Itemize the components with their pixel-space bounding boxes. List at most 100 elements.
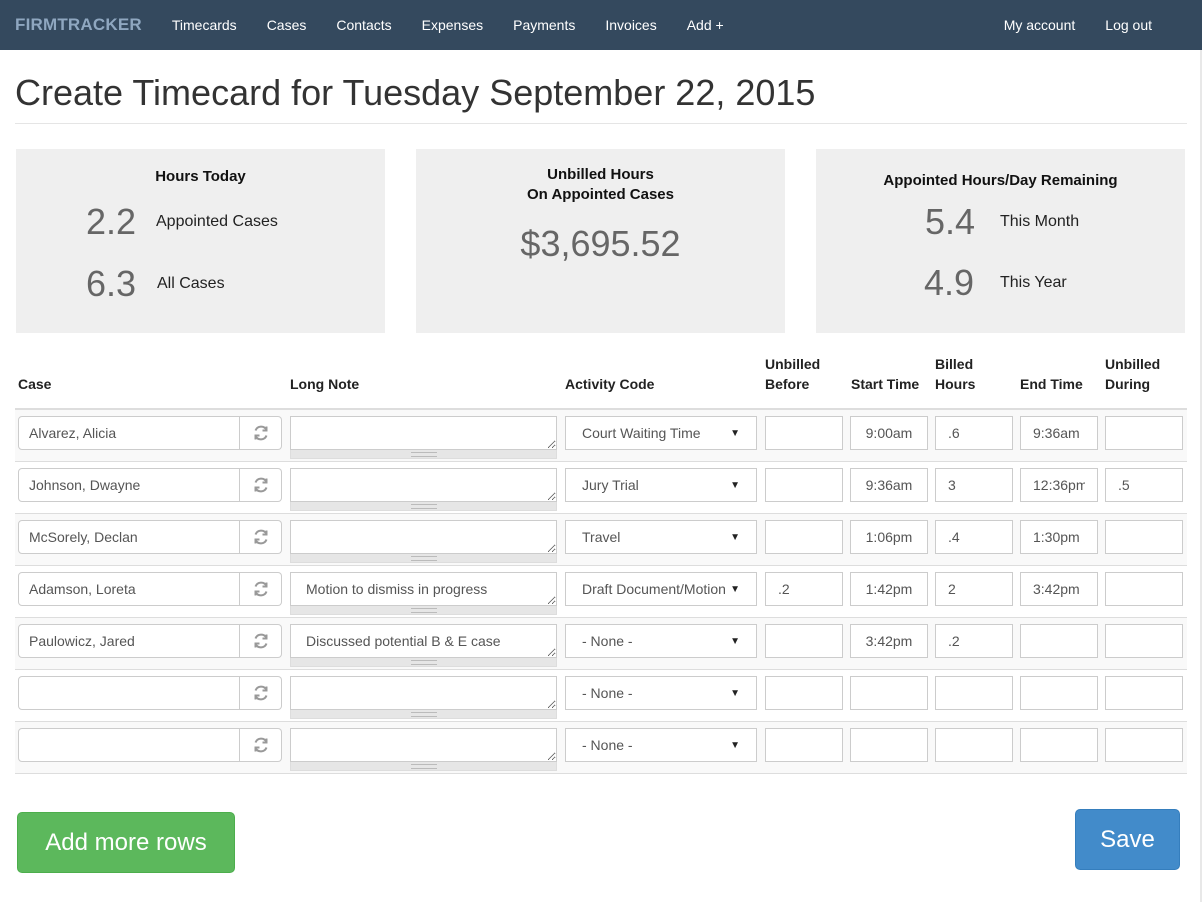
- case-input[interactable]: [18, 624, 240, 658]
- unbilled-hours-panel: Unbilled Hours On Appointed Cases $3,695…: [416, 149, 785, 333]
- unbilled-during-input[interactable]: [1105, 416, 1183, 450]
- nav-invoices[interactable]: Invoices: [590, 17, 671, 33]
- timecard-row: - None - ▼: [15, 618, 1187, 670]
- case-input[interactable]: [18, 520, 240, 554]
- header-text: During: [1105, 376, 1151, 392]
- case-input-group: [18, 520, 282, 554]
- end-time-input[interactable]: [1020, 416, 1098, 450]
- timecard-row: - None - ▼: [15, 670, 1187, 722]
- billed-hours-input[interactable]: [935, 520, 1013, 554]
- unbilled-during-input[interactable]: [1105, 728, 1183, 762]
- unbilled-before-input[interactable]: [765, 624, 843, 658]
- refresh-case-button[interactable]: [240, 728, 282, 762]
- start-time-input[interactable]: [850, 624, 928, 658]
- resize-grip-handle[interactable]: [290, 762, 557, 771]
- activity-code-select[interactable]: Draft Document/Motion ▼: [565, 572, 757, 606]
- end-time-input[interactable]: [1020, 520, 1098, 554]
- unbilled-before-input[interactable]: [765, 572, 843, 606]
- end-time-input[interactable]: [1020, 468, 1098, 502]
- brand-logo[interactable]: FIRMTRACKER: [15, 15, 142, 35]
- start-time-input[interactable]: [850, 676, 928, 710]
- timecard-row: Travel ▼: [15, 514, 1187, 566]
- nav-add-menu[interactable]: Add +: [672, 17, 739, 33]
- resize-grip-handle[interactable]: [290, 502, 557, 511]
- refresh-icon: [254, 685, 267, 701]
- unbilled-before-input[interactable]: [765, 676, 843, 710]
- activity-code-select[interactable]: Court Waiting Time ▼: [565, 416, 757, 450]
- long-note-textarea[interactable]: [290, 520, 557, 554]
- resize-grip-handle[interactable]: [290, 710, 557, 719]
- refresh-case-button[interactable]: [240, 624, 282, 658]
- start-time-input[interactable]: [850, 468, 928, 502]
- case-input-group: [18, 468, 282, 502]
- refresh-case-button[interactable]: [240, 468, 282, 502]
- resize-grip-handle[interactable]: [290, 554, 557, 563]
- unbilled-during-input[interactable]: [1105, 572, 1183, 606]
- end-time-input[interactable]: [1020, 572, 1098, 606]
- end-time-input[interactable]: [1020, 676, 1098, 710]
- case-input[interactable]: [18, 468, 240, 502]
- end-time-input[interactable]: [1020, 728, 1098, 762]
- refresh-case-button[interactable]: [240, 416, 282, 450]
- activity-code-select[interactable]: Travel ▼: [565, 520, 757, 554]
- nav-cases[interactable]: Cases: [252, 17, 322, 33]
- start-time-input[interactable]: [850, 572, 928, 606]
- nav-expenses[interactable]: Expenses: [407, 17, 498, 33]
- case-input[interactable]: [18, 728, 240, 762]
- activity-code-select[interactable]: - None - ▼: [565, 676, 757, 710]
- billed-hours-input[interactable]: [935, 572, 1013, 606]
- long-note-textarea[interactable]: [290, 416, 557, 450]
- hours-today-panel: Hours Today 2.2 Appointed Cases 6.3 All …: [16, 149, 385, 333]
- long-note-textarea[interactable]: [290, 676, 557, 710]
- start-time-input[interactable]: [850, 416, 928, 450]
- start-time-input[interactable]: [850, 728, 928, 762]
- save-button[interactable]: Save: [1075, 809, 1180, 870]
- header-end-time: End Time: [1020, 376, 1083, 392]
- add-more-rows-button[interactable]: Add more rows: [17, 812, 235, 873]
- case-input[interactable]: [18, 676, 240, 710]
- activity-code-select[interactable]: - None - ▼: [565, 728, 757, 762]
- case-input[interactable]: [18, 416, 240, 450]
- billed-hours-input[interactable]: [935, 624, 1013, 658]
- nav-payments[interactable]: Payments: [498, 17, 590, 33]
- long-note-textarea[interactable]: [290, 728, 557, 762]
- start-time-input[interactable]: [850, 520, 928, 554]
- nav-timecards[interactable]: Timecards: [157, 17, 252, 33]
- case-input[interactable]: [18, 572, 240, 606]
- unbilled-during-input[interactable]: [1105, 676, 1183, 710]
- long-note-textarea[interactable]: [290, 572, 557, 606]
- activity-code-value: - None -: [582, 633, 633, 649]
- unbilled-during-input[interactable]: [1105, 468, 1183, 502]
- refresh-case-button[interactable]: [240, 520, 282, 554]
- billed-hours-input[interactable]: [935, 416, 1013, 450]
- unbilled-before-input[interactable]: [765, 468, 843, 502]
- billed-hours-input[interactable]: [935, 468, 1013, 502]
- billed-hours-input[interactable]: [935, 676, 1013, 710]
- case-input-group: [18, 624, 282, 658]
- stat-value: 6.3: [86, 263, 137, 304]
- activity-code-select[interactable]: Jury Trial ▼: [565, 468, 757, 502]
- nav-my-account[interactable]: My account: [989, 17, 1091, 33]
- remaining-title: Appointed Hours/Day Remaining: [883, 172, 1118, 189]
- unbilled-before-input[interactable]: [765, 728, 843, 762]
- long-note-textarea[interactable]: [290, 624, 557, 658]
- title-divider: [15, 123, 1187, 124]
- billed-hours-input[interactable]: [935, 728, 1013, 762]
- header-unbilled-before: Unbilled Before: [765, 354, 820, 394]
- end-time-input[interactable]: [1020, 624, 1098, 658]
- long-note-textarea[interactable]: [290, 468, 557, 502]
- activity-code-select[interactable]: - None - ▼: [565, 624, 757, 658]
- unbilled-during-input[interactable]: [1105, 520, 1183, 554]
- unbilled-before-input[interactable]: [765, 520, 843, 554]
- refresh-icon: [254, 633, 267, 649]
- table-header: Case Long Note Activity Code Unbilled Be…: [15, 352, 1187, 408]
- unbilled-during-input[interactable]: [1105, 624, 1183, 658]
- resize-grip-handle[interactable]: [290, 658, 557, 667]
- nav-contacts[interactable]: Contacts: [321, 17, 406, 33]
- unbilled-before-input[interactable]: [765, 416, 843, 450]
- refresh-case-button[interactable]: [240, 676, 282, 710]
- nav-log-out[interactable]: Log out: [1090, 17, 1167, 33]
- refresh-case-button[interactable]: [240, 572, 282, 606]
- resize-grip-handle[interactable]: [290, 450, 557, 459]
- resize-grip-handle[interactable]: [290, 606, 557, 615]
